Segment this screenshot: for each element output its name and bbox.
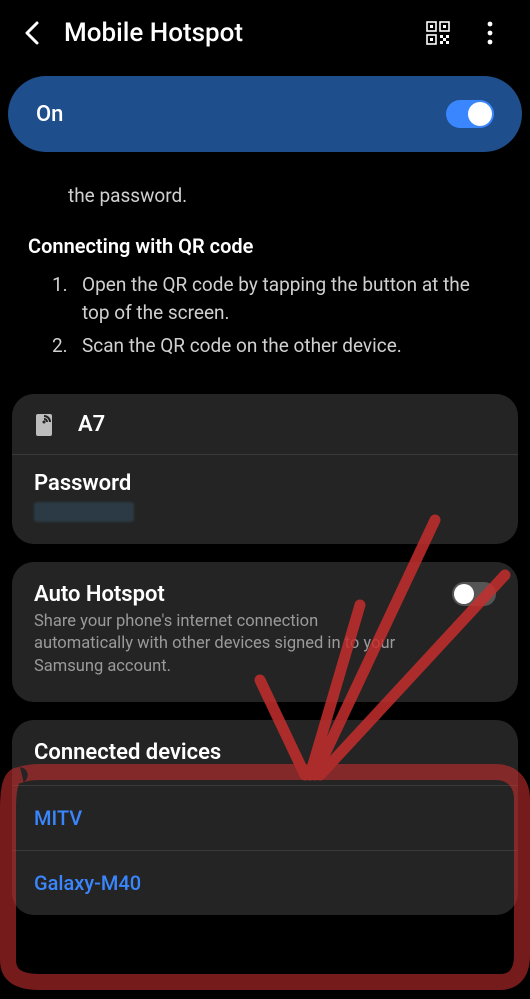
instructions-block: the password. Connecting with QR code 1.… <box>0 152 530 376</box>
hotspot-master-label: On <box>36 102 63 127</box>
network-name: A7 <box>78 412 105 437</box>
more-vertical-icon <box>487 21 493 45</box>
connected-devices-header: Connected devices <box>12 720 518 786</box>
page-title: Mobile Hotspot <box>64 18 406 48</box>
more-options-button[interactable] <box>476 19 504 47</box>
device-name: MITV <box>34 806 82 830</box>
step-text: Scan the QR code on the other device. <box>82 332 402 361</box>
back-button[interactable] <box>18 19 46 47</box>
auto-hotspot-subtitle: Share your phone's internet connection a… <box>34 611 414 678</box>
connected-devices-card: Connected devices MITV Galaxy-M40 <box>12 720 518 915</box>
auto-hotspot-title: Auto Hotspot <box>34 582 436 607</box>
password-value-redacted <box>34 502 134 522</box>
chevron-left-icon <box>23 19 41 47</box>
connected-device-row[interactable]: MITV <box>12 786 518 851</box>
password-label: Password <box>34 471 496 496</box>
qr-code-button[interactable] <box>424 19 452 47</box>
connected-device-row[interactable]: Galaxy-M40 <box>12 851 518 915</box>
step-number: 1. <box>52 271 72 328</box>
hotspot-master-toggle[interactable]: On <box>8 76 522 152</box>
network-name-row[interactable]: A7 <box>12 394 518 455</box>
auto-hotspot-card[interactable]: Auto Hotspot Share your phone's internet… <box>12 562 518 702</box>
step-number: 2. <box>52 332 72 361</box>
connected-devices-title: Connected devices <box>34 740 221 765</box>
device-name: Galaxy-M40 <box>34 871 141 895</box>
hotspot-master-switch[interactable] <box>446 100 494 128</box>
password-row[interactable]: Password <box>12 455 518 544</box>
app-header: Mobile Hotspot <box>0 0 530 66</box>
auto-hotspot-switch[interactable] <box>452 582 496 606</box>
qr-code-icon <box>426 21 450 45</box>
instruction-fragment: the password. <box>68 182 502 211</box>
step-text: Open the QR code by tapping the button a… <box>82 271 502 328</box>
hotspot-icon <box>34 410 56 438</box>
qr-instruction-title: Connecting with QR code <box>28 231 502 261</box>
network-card: A7 Password <box>12 394 518 544</box>
